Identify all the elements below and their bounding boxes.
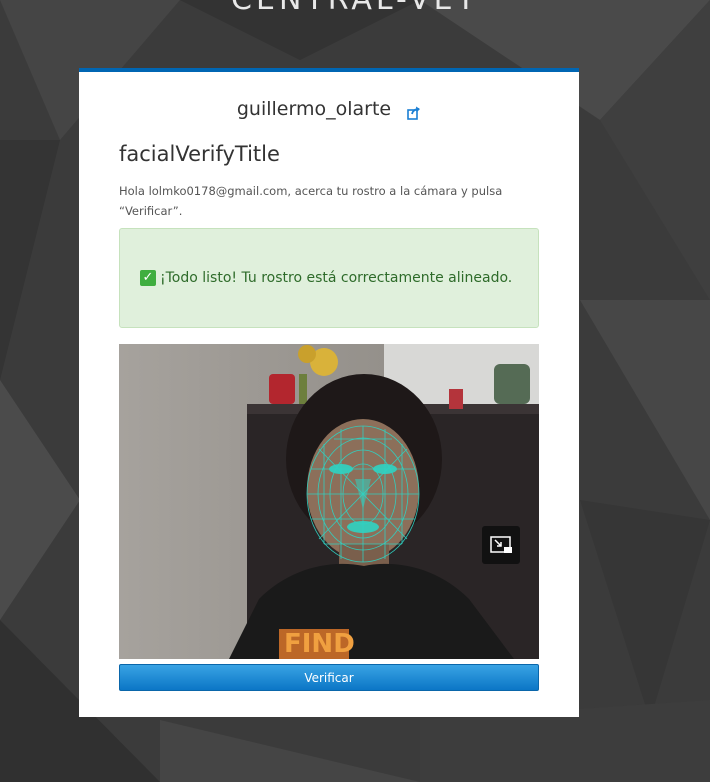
camera-feed: FIND <box>119 344 539 659</box>
success-alert: ✓ ¡Todo listo! Tu rostro está correctame… <box>119 228 539 328</box>
login-card: guillermo_olarte facialVerifyTitle Hola … <box>79 68 579 717</box>
page-title: facialVerifyTitle <box>119 142 280 166</box>
picture-in-picture-exit-icon[interactable] <box>482 526 520 564</box>
username-header: guillermo_olarte <box>79 98 579 120</box>
camera-preview: FIND <box>119 344 539 659</box>
check-icon: ✓ <box>140 270 156 286</box>
alert-message: ¡Todo listo! Tu rostro está correctament… <box>160 270 513 286</box>
instructions-text: Hola lolmko0178@gmail.com, acerca tu ros… <box>119 184 503 218</box>
realm-title: CENTRAL-VEY <box>0 0 710 17</box>
share-icon[interactable] <box>407 103 421 120</box>
shirt-text: FIND <box>284 629 355 659</box>
username: guillermo_olarte <box>236 98 392 120</box>
verify-button[interactable]: Verificar <box>119 664 539 691</box>
